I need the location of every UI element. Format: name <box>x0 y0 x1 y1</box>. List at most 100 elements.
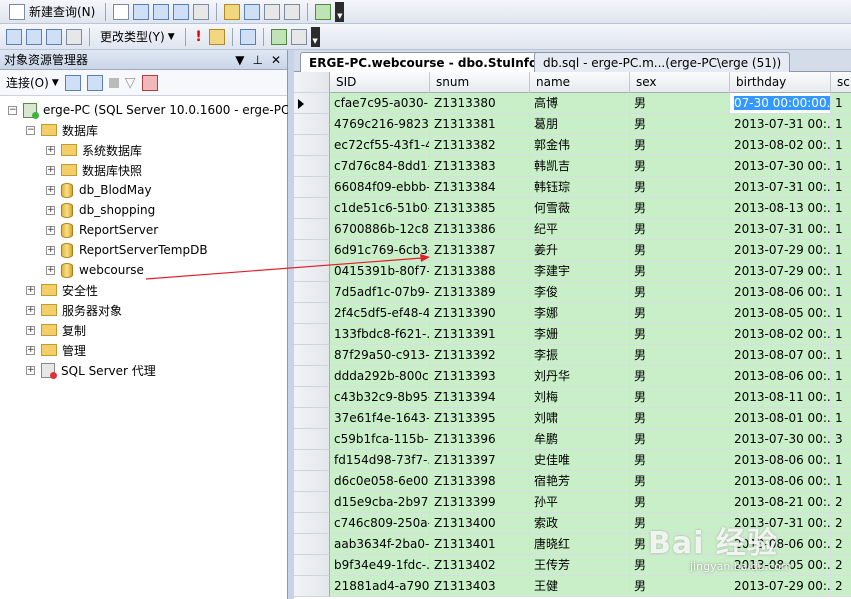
column-header-sid[interactable]: SID <box>330 72 430 93</box>
cell-school[interactable]: 1 <box>831 114 851 135</box>
cell-school[interactable]: 1 <box>831 156 851 177</box>
cell-birthday[interactable]: 2013-08-11 00:... <box>730 387 831 408</box>
table-row[interactable]: 6d91c769-6cb3-... Z1313387 姜升 男 2013-07-29 0… <box>294 240 851 261</box>
cell-sex[interactable]: 男 <box>630 303 730 324</box>
cell-birthday[interactable]: 2013-08-06 00:... <box>730 282 831 303</box>
cell-birthday[interactable]: 2013-08-06 00:... <box>730 450 831 471</box>
tree-node-server[interactable]: − erge-PC (SQL Server 10.0.1600 - erge-P… <box>8 100 289 120</box>
cell-sid[interactable]: c746c809-250a-... <box>330 513 430 534</box>
cell-sid[interactable]: ddda292b-800c-... <box>330 366 430 387</box>
mdx-query-icon[interactable] <box>133 3 150 20</box>
tree-node-system-databases[interactable]: + 系统数据库 <box>46 140 142 160</box>
cell-name[interactable]: 姜升 <box>530 240 630 261</box>
cell-birthday[interactable]: 2013-08-13 00:... <box>730 198 831 219</box>
cell-name[interactable]: 何雪薇 <box>530 198 630 219</box>
table-row[interactable]: d6c0e058-6e00-... Z1313398 宿艳芳 男 2013-08-06 … <box>294 471 851 492</box>
cell-name[interactable]: 刘丹华 <box>530 366 630 387</box>
cell-snum[interactable]: Z1313400 <box>430 513 530 534</box>
cell-school[interactable]: 1 <box>831 471 851 492</box>
cell-school[interactable]: 2 <box>831 534 851 555</box>
table-row[interactable]: ddda292b-800c-... Z1313393 刘丹华 男 2013-08-06 … <box>294 366 851 387</box>
cell-sex[interactable]: 男 <box>630 219 730 240</box>
cell-name[interactable]: 刘梅 <box>530 387 630 408</box>
print-icon[interactable] <box>284 3 301 20</box>
cell-name[interactable]: 葛朋 <box>530 114 630 135</box>
cell-sex[interactable]: 男 <box>630 450 730 471</box>
execute-sql-icon[interactable]: ! <box>193 29 205 45</box>
column-header-sex[interactable]: sex <box>630 72 730 93</box>
cell-sid[interactable]: c7d76c84-8dd1-... <box>330 156 430 177</box>
cell-snum[interactable]: Z1313391 <box>430 324 530 345</box>
tree-node-security[interactable]: + 安全性 <box>26 280 98 300</box>
cell-school[interactable]: 1 <box>831 366 851 387</box>
row-header[interactable] <box>294 471 330 492</box>
cell-name[interactable]: 李娜 <box>530 303 630 324</box>
row-header[interactable] <box>294 450 330 471</box>
cell-school[interactable]: 1 <box>831 345 851 366</box>
row-header[interactable] <box>294 576 330 597</box>
cell-name[interactable]: 刘啸 <box>530 408 630 429</box>
collapse-icon[interactable]: − <box>8 105 17 115</box>
cell-birthday[interactable]: 2013-08-06 00:... <box>730 471 831 492</box>
cell-sex[interactable]: 男 <box>630 471 730 492</box>
cell-snum[interactable]: Z1313392 <box>430 345 530 366</box>
row-header[interactable] <box>294 114 330 135</box>
row-header[interactable] <box>294 387 330 408</box>
cell-sex[interactable]: 男 <box>630 324 730 345</box>
close-icon[interactable]: ✕ <box>271 53 281 67</box>
row-header[interactable] <box>294 198 330 219</box>
table-row[interactable]: 6700886b-12c8-... Z1313386 纪平 男 2013-07-31 0… <box>294 219 851 240</box>
stop-icon[interactable] <box>108 77 119 88</box>
cell-snum[interactable]: Z1313389 <box>430 282 530 303</box>
row-header[interactable] <box>294 261 330 282</box>
expand-icon[interactable]: + <box>26 285 35 295</box>
cell-sid[interactable]: 87f29a50-c913-... <box>330 345 430 366</box>
cell-birthday[interactable]: 2013-07-31 00:... <box>730 219 831 240</box>
cell-sid[interactable]: c59b1fca-115b-... <box>330 429 430 450</box>
cell-birthday[interactable]: 2013-07-29 00:... <box>730 576 831 597</box>
cell-name[interactable]: 纪平 <box>530 219 630 240</box>
cell-sid[interactable]: 6d91c769-6cb3-... <box>330 240 430 261</box>
cell-school[interactable]: 1 <box>831 219 851 240</box>
cell-sex[interactable]: 男 <box>630 387 730 408</box>
table-row[interactable]: 66084f09-ebbb-... Z1313384 韩钰琮 男 2013-07-31 … <box>294 177 851 198</box>
expand-icon[interactable]: + <box>26 345 35 355</box>
cell-name[interactable]: 索政 <box>530 513 630 534</box>
table-row[interactable]: d15e9cba-2b97-... Z1313399 孙平 男 2013-08-21 0… <box>294 492 851 513</box>
cell-school[interactable]: 2 <box>831 492 851 513</box>
refresh-icon[interactable] <box>141 74 158 91</box>
cell-snum[interactable]: Z1313399 <box>430 492 530 513</box>
cell-name[interactable]: 高博 <box>530 93 630 114</box>
group-by-icon[interactable] <box>239 28 256 45</box>
cell-snum[interactable]: Z1313397 <box>430 450 530 471</box>
cell-sex[interactable]: 男 <box>630 156 730 177</box>
cell-school[interactable]: 1 <box>831 303 851 324</box>
change-type-dropdown[interactable]: 更改类型(Y) ▼ <box>97 27 178 47</box>
cell-school[interactable]: 1 <box>831 240 851 261</box>
tree-node-databases[interactable]: − 数据库 <box>26 120 98 140</box>
expand-icon[interactable]: + <box>26 365 35 375</box>
cell-name[interactable]: 唐晓红 <box>530 534 630 555</box>
expand-icon[interactable]: + <box>46 245 55 255</box>
tree-node-database-webcourse[interactable]: + webcourse <box>46 260 144 280</box>
cell-birthday[interactable]: 07-30 00:00:00.000 <box>730 93 831 114</box>
cell-snum[interactable]: Z1313395 <box>430 408 530 429</box>
connect-button[interactable]: 连接(O) ▼ <box>6 73 59 93</box>
cell-sid[interactable]: 4769c216-9823-... <box>330 114 430 135</box>
tree-node-management[interactable]: + 管理 <box>26 340 86 360</box>
cell-sid[interactable]: 7d5adf1c-07b9-... <box>330 282 430 303</box>
cell-sid[interactable]: 66084f09-ebbb-... <box>330 177 430 198</box>
cell-birthday[interactable]: 2013-08-02 00:... <box>730 135 831 156</box>
row-header[interactable] <box>294 492 330 513</box>
cell-school[interactable]: 1 <box>831 93 851 114</box>
new-file-icon[interactable] <box>113 3 130 20</box>
table-row[interactable]: 4769c216-9823-... Z1313381 葛朋 男 2013-07-31 0… <box>294 114 851 135</box>
cell-birthday[interactable]: 2013-07-31 00:... <box>730 114 831 135</box>
show-results-pane-icon[interactable] <box>66 28 82 45</box>
cell-school[interactable]: 2 <box>831 576 851 597</box>
cell-school[interactable]: 1 <box>831 177 851 198</box>
tree-node-database[interactable]: + ReportServerTempDB <box>46 240 208 260</box>
row-header[interactable] <box>294 345 330 366</box>
cell-sex[interactable]: 男 <box>630 177 730 198</box>
cell-snum[interactable]: Z1313384 <box>430 177 530 198</box>
